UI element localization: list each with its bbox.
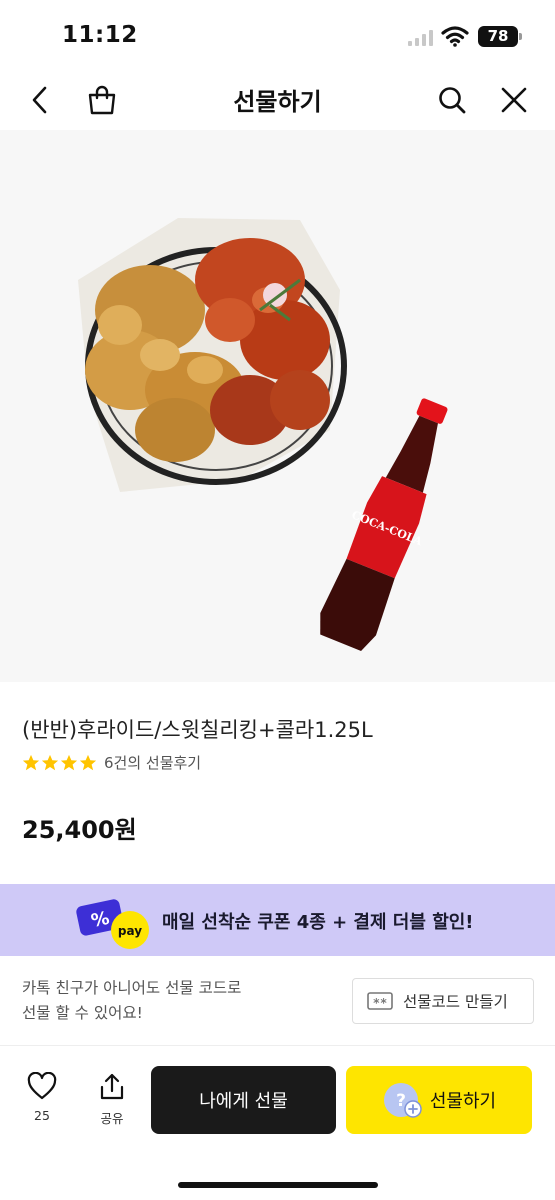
status-bar: 11:12 78 <box>0 0 555 70</box>
battery-tip <box>519 33 522 40</box>
promo-badge-pay: pay <box>118 924 142 938</box>
status-time: 11:12 <box>62 22 138 48</box>
star-icon <box>60 754 78 770</box>
search-button[interactable] <box>430 78 474 122</box>
rating-row[interactable]: 6건의 선물후기 <box>22 752 201 773</box>
ticket-icon: ** <box>367 992 393 1010</box>
giftcode-section: 카톡 친구가 아니어도 선물 코드로 선물 할 수 있어요! ** 선물코드 만… <box>0 956 555 1046</box>
home-indicator <box>178 1182 378 1188</box>
giftcode-desc-line1: 카톡 친구가 아니어도 선물 코드로 <box>22 979 242 997</box>
make-giftcode-button[interactable]: ** 선물코드 만들기 <box>352 978 534 1024</box>
like-button[interactable]: 25 <box>18 1071 66 1134</box>
giftcode-desc-line2: 선물 할 수 있어요! <box>22 1004 143 1022</box>
chicken-and-cola-illustration: COCA-COLA <box>78 218 448 651</box>
star-icon <box>22 754 40 770</box>
product-image: COCA-COLA <box>0 130 555 682</box>
product-name: (반반)후라이드/스윗칠리킹+콜라1.25L <box>22 718 373 742</box>
cellular-signal-icon <box>408 30 433 46</box>
share-label: 공유 <box>100 1111 124 1126</box>
close-button[interactable] <box>492 78 536 122</box>
heart-icon <box>27 1071 57 1100</box>
share-icon <box>100 1073 124 1100</box>
promo-banner[interactable]: % pay 매일 선착순 쿠폰 4종 + 결제 더블 할인! <box>0 884 555 956</box>
giftcode-description: 카톡 친구가 아니어도 선물 코드로 선물 할 수 있어요! <box>22 976 322 1026</box>
promo-text: 매일 선착순 쿠폰 4종 + 결제 더블 할인! <box>162 912 474 933</box>
gift-button[interactable]: ? 선물하기 <box>346 1066 532 1134</box>
share-button[interactable]: 공유 <box>88 1072 136 1134</box>
like-count: 25 <box>34 1108 50 1123</box>
friend-add-icon: ? <box>383 1083 422 1118</box>
header: 선물하기 <box>0 70 555 130</box>
product-price: 25,400원 <box>22 816 137 844</box>
gift-to-me-button[interactable]: 나에게 선물 <box>151 1066 336 1134</box>
gift-to-me-label: 나에게 선물 <box>199 1091 288 1112</box>
star-icon <box>41 754 59 770</box>
review-count[interactable]: 6건의 선물후기 <box>104 752 201 773</box>
battery-level: 78 <box>487 27 509 45</box>
star-icon <box>79 754 97 770</box>
wifi-icon <box>441 26 469 47</box>
make-giftcode-label: 선물코드 만들기 <box>403 993 508 1011</box>
battery-icon: 78 <box>478 26 518 47</box>
search-icon <box>439 87 466 114</box>
close-icon <box>501 87 527 113</box>
coupon-pay-icon: % pay <box>76 899 149 949</box>
bottom-action-bar: 25 공유 나에게 선물 ? 선물하기 <box>0 1046 555 1200</box>
gift-button-label: 선물하기 <box>429 1091 497 1112</box>
ticket-icon-text: ** <box>373 996 387 1010</box>
